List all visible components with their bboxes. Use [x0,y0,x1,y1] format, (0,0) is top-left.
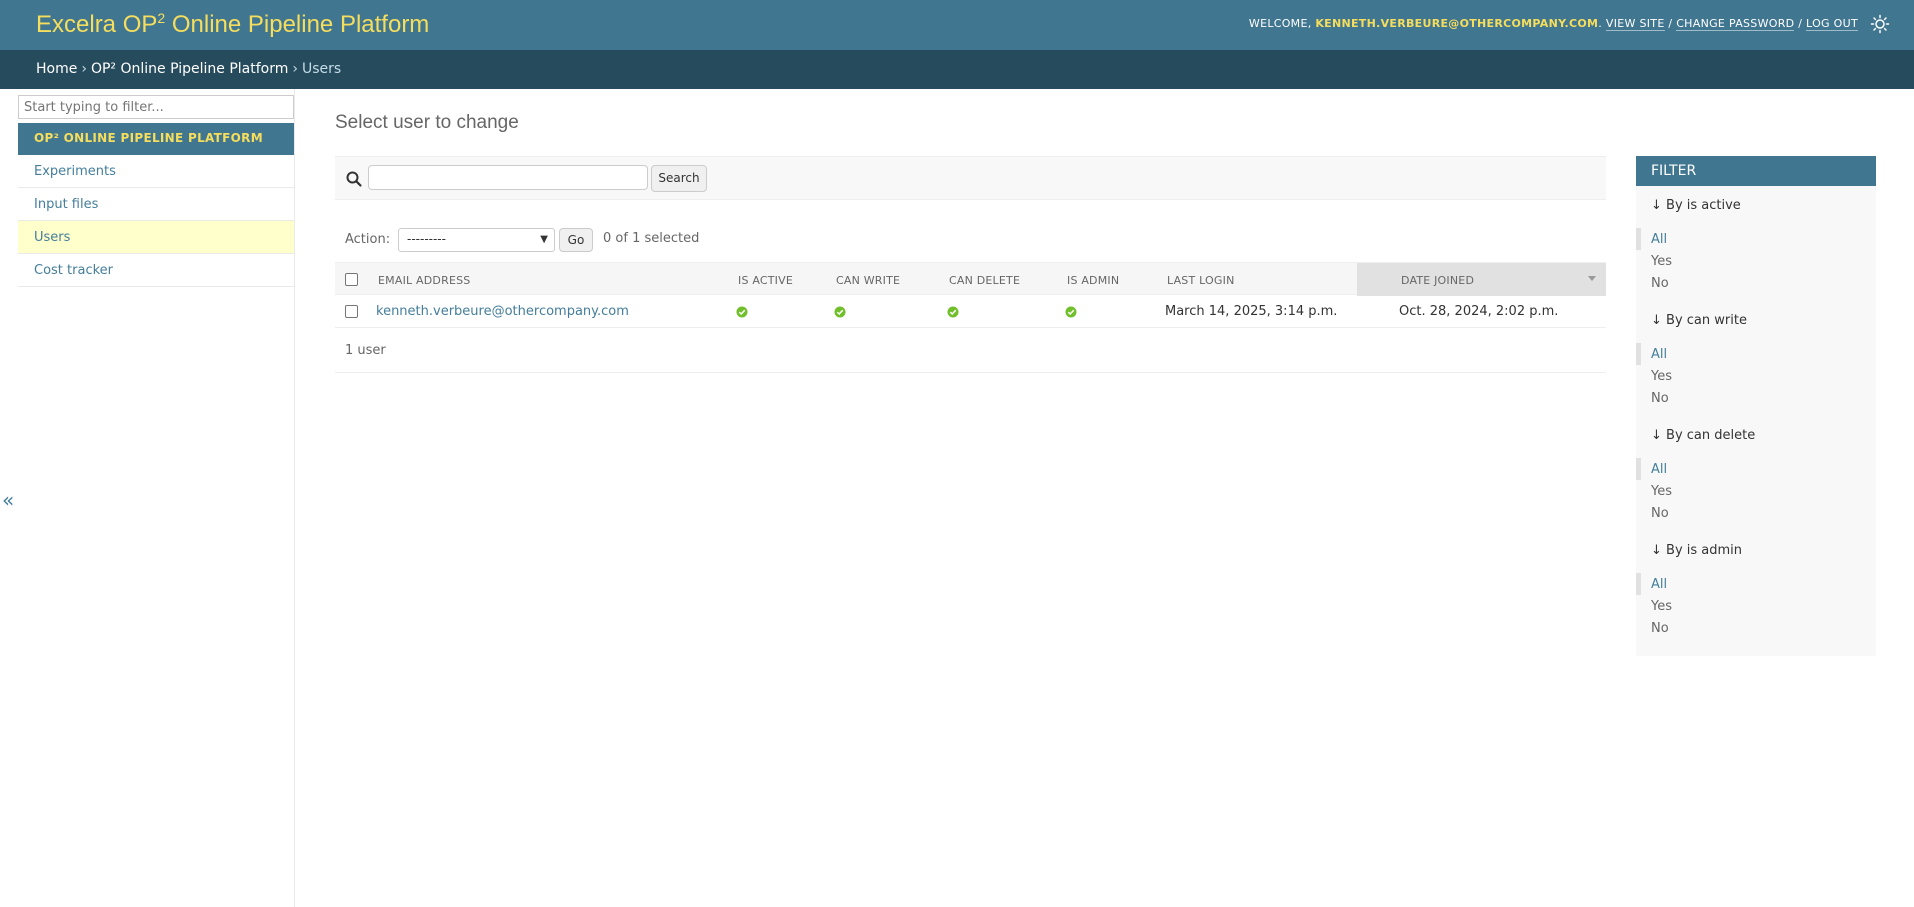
filter-option-all[interactable]: All [1636,573,1876,595]
brand-superscript: 2 [157,10,166,26]
search-input[interactable] [368,165,648,190]
filter-option-no[interactable]: No [1636,617,1876,639]
welcome-text: Welcome, [1248,17,1312,30]
check-circle-icon [1065,306,1077,318]
check-circle-icon [736,306,748,318]
column-header-is-active[interactable]: Is active [738,274,793,287]
breadcrumb: Home › OP² Online Pipeline Platform › Users [0,50,1914,89]
filter-option-yes[interactable]: Yes [1636,365,1876,387]
sort-desc-icon[interactable] [1588,276,1596,281]
breadcrumb-app[interactable]: OP² Online Pipeline Platform [91,61,288,77]
breadcrumb-home[interactable]: Home [36,61,77,77]
sun-icon[interactable] [1870,14,1890,34]
table-header: Email address Is active Can write Can de… [335,262,1606,296]
filter-section-title[interactable]: ↓ By is active [1651,198,1741,213]
log-out-link[interactable]: Log out [1806,17,1858,31]
chevron-down-icon: ▼ [540,234,548,245]
nav-filter-input[interactable] [18,95,294,119]
column-header-is-admin[interactable]: Is admin [1067,274,1119,287]
check-circle-icon [947,306,959,318]
table-row: kenneth.verbeure@othercompany.com March … [335,295,1606,328]
filter-option-yes[interactable]: Yes [1636,250,1876,272]
filter-option-all[interactable]: All [1636,343,1876,365]
filter-option-no[interactable]: No [1636,387,1876,409]
action-label: Action: [345,232,391,247]
sorted-column-bg [1357,263,1606,296]
site-branding[interactable]: Excelra OP2 Online Pipeline Platform [36,10,429,39]
column-header-email[interactable]: Email address [378,274,470,287]
column-header-last-login[interactable]: Last login [1167,274,1235,287]
breadcrumb-separator: › [81,61,87,77]
action-select[interactable]: --------- ▼ [398,228,555,252]
page-title: Select user to change [335,112,519,133]
site-header: Excelra OP2 Online Pipeline Platform Wel… [0,0,1914,50]
filter-option-no[interactable]: No [1636,502,1876,524]
username: kenneth.verbeure@othercompany.com [1315,17,1599,30]
nav-sidebar: OP² Online Pipeline Platform Experiments… [18,89,295,907]
filter-option-yes[interactable]: Yes [1636,595,1876,617]
filter-section-title[interactable]: ↓ By can write [1651,313,1747,328]
select-all-checkbox[interactable] [345,273,358,286]
user-email-link[interactable]: kenneth.verbeure@othercompany.com [376,304,629,319]
row-select-checkbox[interactable] [345,305,358,318]
filter-panel: Filter ↓ By is active All Yes No ↓ By ca… [1636,156,1876,656]
filter-option-all[interactable]: All [1636,458,1876,480]
sidebar-item-input-files[interactable]: Input files [18,188,294,221]
sidebar-item-cost-tracker[interactable]: Cost tracker [18,254,294,287]
app-caption[interactable]: OP² Online Pipeline Platform [18,123,294,155]
sidebar-collapse-toggle[interactable]: « [2,488,14,512]
sidebar-item-experiments[interactable]: Experiments [18,155,294,188]
column-header-can-write[interactable]: Can write [836,274,900,287]
filter-section-title[interactable]: ↓ By can delete [1651,428,1755,443]
filter-option-no[interactable]: No [1636,272,1876,294]
brand-prefix: Excelra OP [36,11,158,38]
go-button[interactable]: Go [559,228,593,252]
breadcrumb-separator: › [292,61,298,77]
action-select-value: --------- [407,232,446,246]
selection-counter: 0 of 1 selected [603,231,700,246]
brand-suffix: Online Pipeline Platform [165,11,430,38]
search-button[interactable]: Search [651,165,707,192]
sidebar-item-users[interactable]: Users [18,221,294,254]
search-icon [346,171,362,187]
date-joined-cell: Oct. 28, 2024, 2:02 p.m. [1399,304,1559,319]
view-site-link[interactable]: View site [1605,17,1665,31]
paginator: 1 user [335,329,1606,373]
filter-title: Filter [1636,156,1876,186]
breadcrumb-current: Users [301,61,342,77]
column-header-date-joined[interactable]: Date joined [1401,274,1474,287]
search-toolbar: Search [335,156,1606,200]
column-header-can-delete[interactable]: Can delete [949,274,1020,287]
filter-option-yes[interactable]: Yes [1636,480,1876,502]
check-circle-icon [834,306,846,318]
change-password-link[interactable]: Change password [1676,17,1795,31]
last-login-cell: March 14, 2025, 3:14 p.m. [1165,304,1338,319]
filter-section-title[interactable]: ↓ By is admin [1651,543,1742,558]
filter-option-all[interactable]: All [1636,228,1876,250]
user-tools: Welcome, kenneth.verbeure@othercompany.c… [1248,17,1858,31]
